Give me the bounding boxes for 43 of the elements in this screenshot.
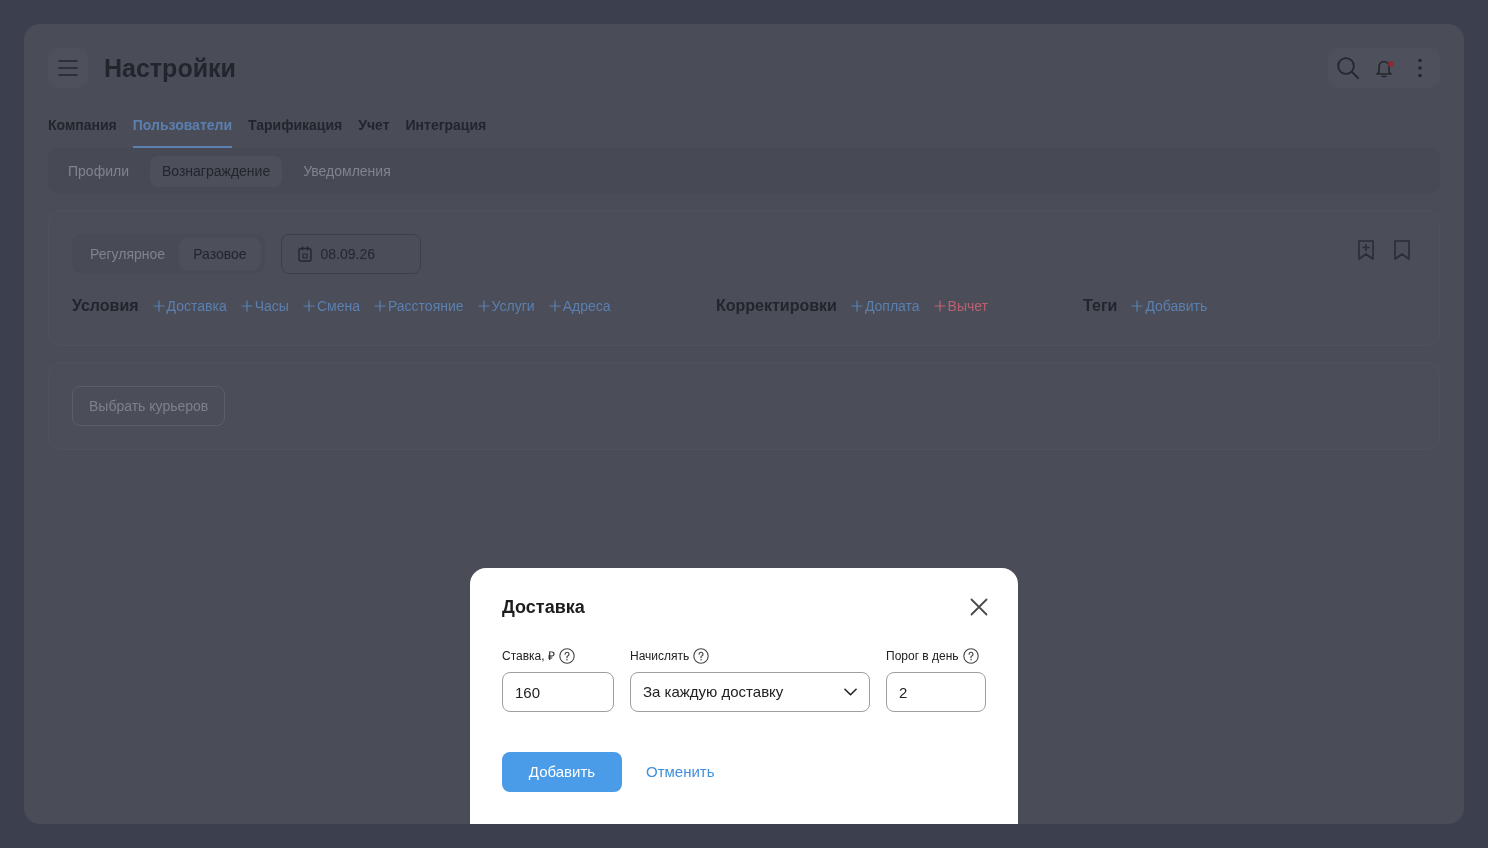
field-label: Порог в день <box>886 648 959 665</box>
add-link[interactable]: Смена <box>302 296 360 316</box>
close-icon[interactable] <box>970 598 988 616</box>
plus-icon <box>477 300 490 312</box>
toggle-option[interactable]: Регулярное <box>76 238 180 270</box>
cancel-link[interactable]: Отменить <box>646 760 715 784</box>
select-field[interactable]: За каждую доставку <box>630 672 870 712</box>
vertical-dots-icon[interactable] <box>1418 58 1422 78</box>
field-label: Ставка, ₽ <box>502 648 555 665</box>
plus-icon <box>152 300 165 312</box>
add-link[interactable]: Добавить <box>1131 296 1208 316</box>
add-link[interactable]: Часы <box>240 296 289 316</box>
bookmark-plus-icon[interactable] <box>1358 240 1374 260</box>
plus-icon <box>302 300 315 312</box>
subtab[interactable]: Профили <box>56 155 141 187</box>
help-icon[interactable] <box>558 648 575 664</box>
plus-icon <box>850 300 863 312</box>
add-link[interactable]: Вычет <box>933 296 989 316</box>
subtab[interactable]: Уведомления <box>291 155 403 187</box>
add-link[interactable]: Доплата <box>850 296 920 316</box>
field-label: Начислять <box>630 648 690 665</box>
menu-icon <box>58 60 78 76</box>
add-link[interactable]: Расстояние <box>373 296 464 316</box>
add-link[interactable]: Адреса <box>548 296 611 316</box>
menu-button[interactable] <box>48 48 88 88</box>
plus-icon <box>1131 300 1144 312</box>
calendar-icon <box>297 246 312 262</box>
search-icon[interactable] <box>1337 57 1359 79</box>
add-link[interactable]: Доставка <box>152 296 227 316</box>
plus-icon <box>548 300 561 312</box>
chevron-down-icon <box>844 688 857 696</box>
plus-icon <box>933 300 946 312</box>
bell-icon[interactable] <box>1375 58 1393 78</box>
add-link[interactable]: Услуги <box>477 296 535 316</box>
dialog-title: Доставка <box>502 596 585 618</box>
plus-icon <box>240 300 253 312</box>
bookmark-icon[interactable] <box>1394 240 1410 260</box>
plus-icon <box>373 300 386 312</box>
input-field[interactable]: 2 <box>886 672 986 712</box>
help-icon[interactable] <box>962 648 979 664</box>
help-icon[interactable] <box>693 648 710 664</box>
input-field[interactable]: 160 <box>502 672 614 712</box>
add-button[interactable]: Добавить <box>502 752 622 792</box>
